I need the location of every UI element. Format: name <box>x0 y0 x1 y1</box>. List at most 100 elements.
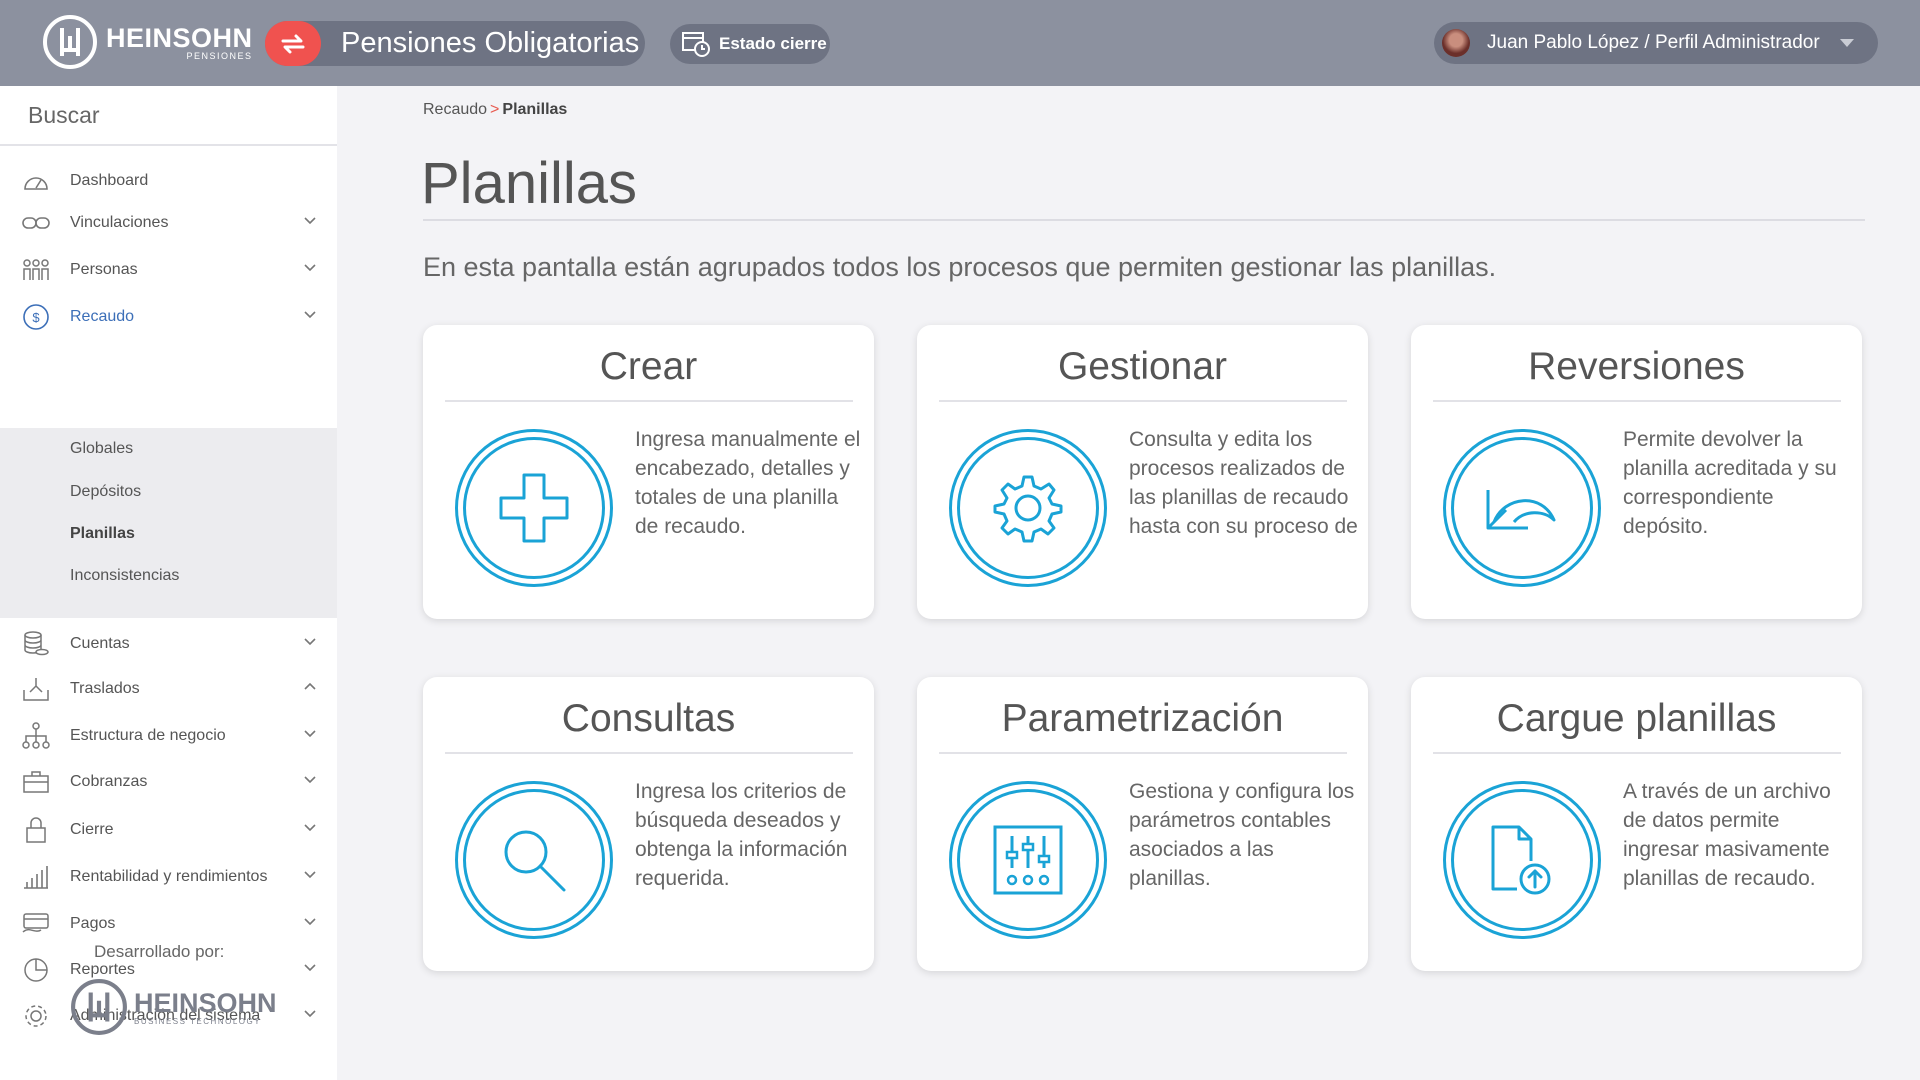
breadcrumb-current: Planillas <box>502 101 568 118</box>
lock-icon <box>18 816 54 844</box>
sidebar-item-label: Vinculaciones <box>70 214 169 231</box>
card-divider <box>445 400 853 402</box>
sidebar-item-estructura-de-negocio[interactable]: Estructura de negocio <box>0 718 337 754</box>
bar-chart-icon <box>18 864 54 890</box>
search-icon <box>504 830 566 892</box>
pie-chart-icon <box>18 956 54 984</box>
sidebar-item-personas[interactable]: Personas <box>0 252 337 288</box>
file-upload-icon <box>1491 825 1551 895</box>
chevron-down-icon <box>304 824 316 832</box>
chevron-down-icon <box>304 217 316 225</box>
card-icon-circle <box>949 781 1107 939</box>
page-intro: En esta pantalla están agrupados todos l… <box>423 252 1497 282</box>
sidebar-item-label: Cierre <box>70 821 114 838</box>
card-description: Ingresa manualmente el encabezado, detal… <box>635 428 861 538</box>
card-cargue-planillas[interactable]: Cargue planillas A través de un archivo … <box>1411 677 1862 971</box>
heinsohn-business-logo: HEINSOHN BUSINESS TECHNOLOGY <box>70 978 277 1036</box>
chevron-down-icon <box>304 264 316 272</box>
dollar-icon: $ <box>18 303 54 331</box>
submenu-item-planillas[interactable]: Planillas <box>70 525 135 543</box>
card-gestionar[interactable]: Gestionar Consulta y edita los procesos … <box>917 325 1368 619</box>
transfer-icon <box>18 676 54 702</box>
card-description: Permite devolver la planilla acreditada … <box>1623 428 1837 538</box>
sidebar-item-label: Personas <box>70 261 138 278</box>
card-description: Consulta y edita los procesos realizados… <box>1129 428 1358 538</box>
heinsohn-logo-icon <box>43 15 97 69</box>
app-title: Pensiones Obligatorias <box>341 27 640 59</box>
submenu-item-inconsistencias[interactable]: Inconsistencias <box>70 567 179 585</box>
card-consultas[interactable]: Consultas Ingresa los criterios de búsqu… <box>423 677 874 971</box>
sidebar-item-label: Dashboard <box>70 172 149 189</box>
logo-text: HEINSOHN <box>106 22 253 53</box>
gear-icon <box>993 475 1063 543</box>
card-divider <box>939 400 1347 402</box>
chevron-down-icon <box>304 311 316 319</box>
card-crear[interactable]: Crear Ingresa manualmente el encabezado,… <box>423 325 874 619</box>
card-divider <box>939 752 1347 754</box>
sidebar-item-label: Traslados <box>70 680 140 697</box>
card-parametrizacion[interactable]: Parametrización Gestiona y configura los… <box>917 677 1368 971</box>
sidebar-item-cuentas[interactable]: Cuentas <box>0 626 337 662</box>
sidebar-item-label: Recaudo <box>70 308 135 325</box>
chevron-down-icon <box>304 964 316 972</box>
chevron-down-icon <box>304 871 316 879</box>
recaudo-submenu: Globales Depósitos Planillas Inconsisten… <box>0 428 337 618</box>
card-title: Parametrización <box>1001 697 1284 740</box>
sidebar-item-cobranzas[interactable]: Cobranzas <box>0 764 337 800</box>
search-input[interactable]: Buscar <box>0 86 337 146</box>
sidebar: Buscar Dashboard Vinculaciones Personas … <box>0 86 337 1080</box>
sidebar-item-pagos[interactable]: Pagos <box>0 906 337 942</box>
sidebar-item-traslados[interactable]: Traslados <box>0 671 337 707</box>
card-description: Gestiona y configura los parámetros cont… <box>1129 780 1355 890</box>
heinsohn-logo[interactable]: HEINSOHN PENSIONES <box>42 14 253 70</box>
payment-icon <box>18 912 54 936</box>
estado-cierre-button[interactable]: Estado cierre <box>670 24 830 64</box>
sidebar-item-rentabilidad-y-rendimientos[interactable]: Rentabilidad y rendimientos <box>0 859 337 895</box>
card-title: Crear <box>599 345 698 388</box>
card-divider <box>1433 400 1841 402</box>
card-title: Gestionar <box>1057 345 1228 388</box>
user-menu[interactable]: Juan Pablo López / Perfil Administrador <box>1434 22 1878 64</box>
chevron-down-icon <box>304 918 316 926</box>
plus-icon <box>499 473 569 543</box>
card-reversiones[interactable]: Reversiones Permite devolver la planilla… <box>1411 325 1862 619</box>
sidebar-item-label: Estructura de negocio <box>70 727 226 744</box>
breadcrumb-separator: > <box>490 101 500 118</box>
sidebar-item-label: Pagos <box>70 915 116 932</box>
hierarchy-icon <box>18 722 54 750</box>
sidebar-item-vinculaciones[interactable]: Vinculaciones <box>0 205 337 241</box>
card-icon-circle <box>455 781 613 939</box>
logo-subtext: PENSIONES <box>186 50 253 61</box>
dashboard-icon <box>18 170 54 192</box>
sidebar-item-dashboard[interactable]: Dashboard <box>0 163 337 199</box>
card-icon-circle <box>1443 781 1601 939</box>
top-bar: HEINSOHN PENSIONES Pensiones Obligatoria… <box>0 0 1920 86</box>
link-icon <box>18 216 54 230</box>
heinsohn-logo-icon <box>71 979 127 1035</box>
swap-arrows-icon <box>281 34 305 53</box>
card-description: A través de un archivo de datos permite … <box>1623 780 1831 890</box>
gear-icon <box>18 1002 54 1030</box>
app-selector[interactable]: Pensiones Obligatorias <box>265 21 645 66</box>
user-label: Juan Pablo López / Perfil Administrador <box>1487 32 1820 53</box>
sidebar-item-label: Reportes <box>70 961 135 978</box>
undo-arrow-icon <box>1486 490 1556 530</box>
card-divider <box>1433 752 1841 754</box>
estado-cierre-label: Estado cierre <box>719 34 827 53</box>
page-title: Planillas <box>421 151 637 216</box>
card-icon-circle <box>949 429 1107 587</box>
sidebar-item-cierre[interactable]: Cierre <box>0 812 337 848</box>
chevron-down-icon <box>304 730 316 738</box>
sidebar-item-recaudo[interactable]: $ Recaudo <box>0 299 337 335</box>
svg-text:$: $ <box>32 310 40 325</box>
avatar <box>1442 29 1470 57</box>
card-icon-circle <box>1443 429 1601 587</box>
switch-app-button[interactable] <box>265 21 321 66</box>
breadcrumb-parent[interactable]: Recaudo <box>423 101 487 118</box>
breadcrumb: Recaudo > Planillas <box>423 101 567 119</box>
caret-down-icon <box>1839 39 1854 47</box>
submenu-item-depositos[interactable]: Depósitos <box>70 483 141 501</box>
coins-icon <box>18 630 54 658</box>
chevron-down-icon <box>304 776 316 784</box>
submenu-item-globales[interactable]: Globales <box>70 440 133 458</box>
